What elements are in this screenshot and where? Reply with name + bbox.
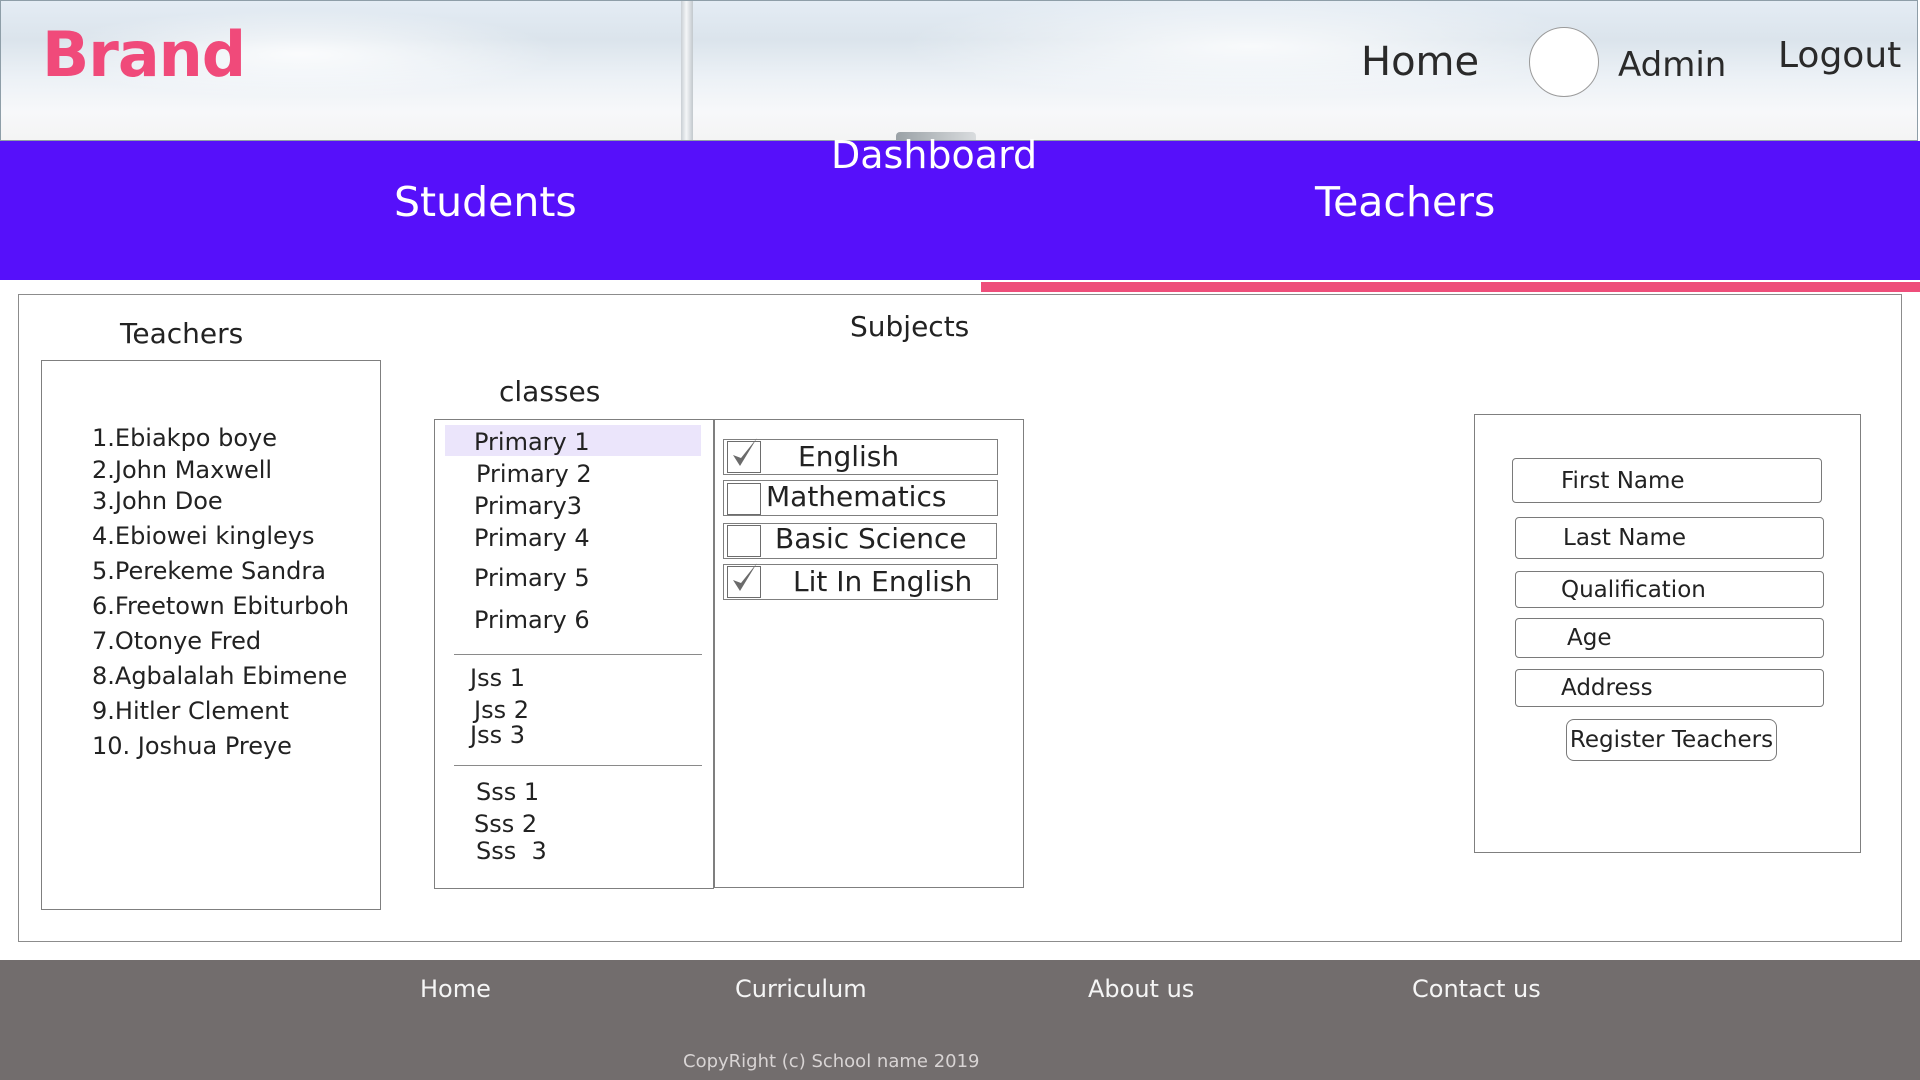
tab-students[interactable]: Students [394, 182, 577, 223]
copyright-text: CopyRight (c) School name 2019 [683, 1051, 980, 1072]
class-item-sss-3[interactable]: Sss 3 [476, 839, 547, 863]
brand-logo[interactable]: Brand [42, 24, 246, 86]
nav-admin-link[interactable]: Admin [1618, 48, 1726, 82]
class-group-divider [454, 765, 702, 766]
subject-label-basic-science: Basic Science [775, 522, 967, 555]
class-group-divider [454, 654, 702, 655]
subject-label-english: English [798, 440, 900, 473]
qualification-input[interactable] [1515, 571, 1824, 608]
teacher-list-item[interactable]: 2.John Maxwell [92, 458, 272, 482]
teacher-list-item[interactable]: 8.Agbalalah Ebimene [92, 664, 347, 688]
active-tab-indicator [981, 282, 1920, 292]
nav-home-link[interactable]: Home [1361, 42, 1479, 82]
header-background-cloud [901, 1, 1601, 101]
class-item-primary-1[interactable]: Primary 1 [474, 430, 590, 454]
classes-title: classes [499, 375, 601, 408]
class-item-primary-4[interactable]: Primary 4 [474, 526, 590, 550]
teacher-list-item[interactable]: 4.Ebiowei kingleys [92, 524, 315, 548]
teacher-list-item[interactable]: 3.John Doe [92, 489, 223, 513]
tab-dashboard[interactable]: Dashboard [831, 136, 1037, 174]
checkmark-icon [733, 563, 757, 591]
teacher-list-item[interactable]: 6.Freetown Ebiturboh [92, 594, 349, 618]
class-item-primary-6[interactable]: Primary 6 [474, 608, 590, 632]
subject-label-lit-in-english: Lit In English [793, 565, 973, 598]
subject-checkbox-lit-in-english[interactable] [727, 563, 761, 598]
class-item-sss-1[interactable]: Sss 1 [476, 780, 539, 804]
teachers-list-title: Teachers [120, 317, 244, 350]
footer-link-home[interactable]: Home [420, 977, 491, 1001]
teacher-list-item[interactable]: 10. Joshua Preye [92, 734, 292, 758]
footer-link-about-us[interactable]: About us [1088, 977, 1194, 1001]
teacher-list-item[interactable]: 9.Hitler Clement [92, 699, 289, 723]
subject-checkbox-basic-science[interactable] [727, 525, 761, 557]
tab-teachers[interactable]: Teachers [1315, 182, 1495, 223]
subject-label-mathematics: Mathematics [766, 480, 947, 513]
class-item-primary-3[interactable]: Primary3 [474, 494, 582, 518]
footer-link-curriculum[interactable]: Curriculum [735, 977, 867, 1001]
subject-checkbox-english[interactable] [727, 438, 761, 473]
subjects-title: Subjects [850, 310, 970, 343]
address-input[interactable] [1515, 669, 1824, 707]
last-name-input[interactable] [1515, 517, 1824, 559]
class-item-jss-3[interactable]: Jss 3 [470, 723, 525, 747]
teacher-list-item[interactable]: 5.Perekeme Sandra [92, 559, 326, 583]
subject-checkbox-mathematics[interactable] [727, 483, 761, 515]
admin-avatar[interactable] [1529, 27, 1599, 97]
class-item-jss-1[interactable]: Jss 1 [470, 666, 525, 690]
footer-link-contact-us[interactable]: Contact us [1412, 977, 1541, 1001]
register-teachers-button[interactable]: Register Teachers [1566, 719, 1777, 761]
header-background-flagpole [681, 1, 693, 140]
nav-logout-link[interactable]: Logout [1778, 38, 1901, 74]
teacher-list-item[interactable]: 1.Ebiakpo boye [92, 426, 277, 450]
class-item-primary-2[interactable]: Primary 2 [476, 462, 592, 486]
class-item-jss-2[interactable]: Jss 2 [474, 698, 529, 722]
age-input[interactable] [1515, 618, 1824, 658]
class-item-primary-5[interactable]: Primary 5 [474, 566, 590, 590]
class-item-sss-2[interactable]: Sss 2 [474, 812, 537, 836]
first-name-input[interactable] [1512, 458, 1822, 503]
teacher-list-item[interactable]: 7.Otonye Fred [92, 629, 261, 653]
checkmark-icon [733, 438, 757, 466]
